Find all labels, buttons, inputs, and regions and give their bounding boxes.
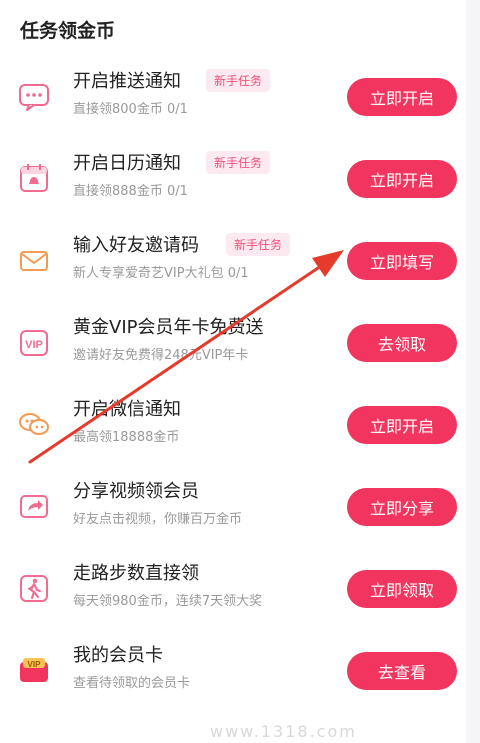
task-row: 开启日历通知 新手任务 直接领888金币 0/1 立即开启 (0, 138, 466, 220)
enable-wechat-button[interactable]: 立即开启 (347, 406, 457, 444)
task-desc: 直接领800金币 0/1 (73, 102, 188, 117)
claim-vip-card-button[interactable]: 去领取 (347, 324, 457, 362)
task-row: 输入好友邀请码 新手任务 新人专享爱奇艺VIP大礼包 0/1 立即填写 (0, 220, 466, 302)
task-desc: 新人专享爱奇艺VIP大礼包 0/1 (73, 266, 249, 281)
vip-icon: VIP (17, 325, 51, 359)
task-row: 分享视频领会员 好友点击视频，你赚百万金币 立即分享 (0, 466, 466, 548)
task-row: 开启推送通知 新手任务 直接领800金币 0/1 立即开启 (0, 56, 466, 138)
walking-icon (17, 571, 51, 605)
task-title: 分享视频领会员 (73, 481, 199, 502)
share-video-icon (17, 489, 51, 523)
task-title: 开启微信通知 (73, 399, 181, 420)
section-title: 任务领金币 (20, 20, 116, 42)
envelope-icon (17, 243, 51, 277)
task-title: 输入好友邀请码 (73, 235, 199, 256)
task-desc: 每天领980金币，连续7天领大奖 (73, 594, 263, 609)
task-card: 任务领金币 开启推送通知 新手任务 直接领800金币 0/1 立即开启 开启日历… (0, 0, 466, 743)
enable-calendar-button[interactable]: 立即开启 (347, 160, 457, 198)
task-title: 开启推送通知 (73, 71, 181, 92)
task-row: 走路步数直接领 每天领980金币，连续7天领大奖 立即领取 (0, 548, 466, 630)
newbie-badge: 新手任务 (206, 69, 271, 92)
task-desc: 直接领888金币 0/1 (73, 184, 188, 199)
claim-steps-button[interactable]: 立即领取 (347, 570, 457, 608)
calendar-icon (17, 161, 51, 195)
watermark: www.1318.com (210, 722, 357, 741)
task-title: 开启日历通知 (73, 153, 181, 174)
newbie-badge: 新手任务 (226, 233, 291, 256)
message-bell-icon (17, 79, 51, 113)
task-desc: 最高领18888金币 (73, 430, 180, 445)
newbie-badge: 新手任务 (206, 151, 271, 174)
task-desc: 查看待领取的会员卡 (73, 676, 191, 691)
vip-card-icon: VIP (17, 653, 51, 687)
task-title: 走路步数直接领 (73, 563, 199, 584)
task-title: 黄金VIP会员年卡免费送 (73, 317, 264, 338)
task-title: 我的会员卡 (73, 645, 163, 666)
view-member-card-button[interactable]: 去查看 (347, 652, 457, 690)
task-row: VIP 黄金VIP会员年卡免费送 邀请好友免费得248元VIP年卡 去领取 (0, 302, 466, 384)
task-desc: 好友点击视频，你赚百万金币 (73, 512, 243, 527)
svg-text:VIP: VIP (28, 660, 42, 669)
enter-invite-code-button[interactable]: 立即填写 (347, 242, 457, 280)
svg-text:VIP: VIP (25, 339, 43, 351)
enable-push-button[interactable]: 立即开启 (347, 78, 457, 116)
task-row: 开启微信通知 最高领18888金币 立即开启 (0, 384, 466, 466)
task-row: VIP 我的会员卡 查看待领取的会员卡 去查看 (0, 630, 466, 712)
share-video-button[interactable]: 立即分享 (347, 488, 457, 526)
wechat-icon (17, 407, 51, 441)
task-desc: 邀请好友免费得248元VIP年卡 (73, 348, 249, 363)
